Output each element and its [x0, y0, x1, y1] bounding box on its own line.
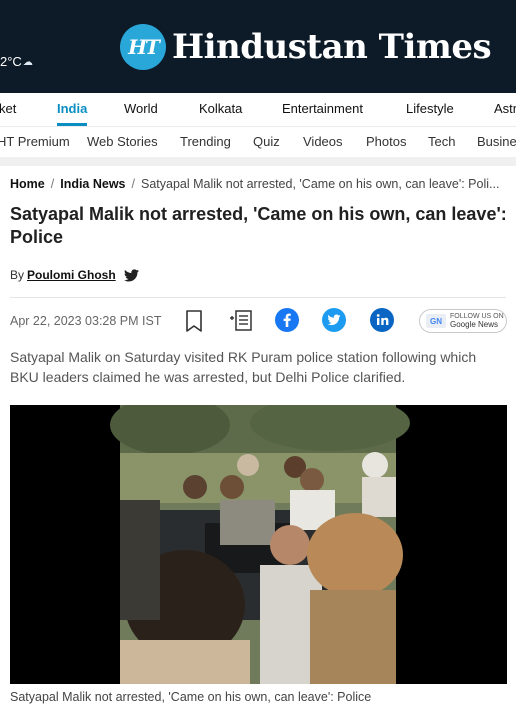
- nav-item-ht-premium[interactable]: HT Premium: [0, 134, 70, 149]
- author-link[interactable]: Poulomi Ghosh: [27, 268, 116, 282]
- byline: By Poulomi Ghosh: [10, 268, 139, 282]
- nav-item-india[interactable]: India: [57, 101, 87, 116]
- cloud-icon: ☁: [22, 57, 33, 68]
- ht-logo-badge: HT: [120, 24, 166, 70]
- bookmark-icon[interactable]: [184, 309, 204, 333]
- breadcrumb-current: Satyapal Malik not arrested, 'Came on hi…: [141, 177, 500, 191]
- nav-item-videos[interactable]: Videos: [303, 134, 343, 149]
- article-meta-row: Apr 22, 2023 03:28 PM IST GN FOLLOW US O…: [10, 308, 508, 334]
- byline-prefix: By: [10, 268, 25, 282]
- nav-item-trending[interactable]: Trending: [180, 134, 231, 149]
- twitter-icon[interactable]: [123, 268, 139, 282]
- nav-item-cricket[interactable]: ket: [0, 101, 16, 116]
- nav-item-photos[interactable]: Photos: [366, 134, 406, 149]
- nav-item-business[interactable]: Busine: [477, 134, 516, 149]
- facebook-icon[interactable]: [275, 308, 299, 332]
- site-logo[interactable]: HT Hindustan Times: [120, 23, 492, 71]
- article-lead-image[interactable]: [10, 405, 507, 684]
- nav-item-lifestyle[interactable]: Lifestyle: [406, 101, 454, 116]
- google-news-label: Google News: [450, 320, 499, 329]
- active-nav-indicator: [57, 123, 87, 126]
- secondary-nav: HT Premium Web Stories Trending Quiz Vid…: [0, 127, 516, 157]
- google-news-follow-button[interactable]: GN FOLLOW US ON Google News: [419, 309, 507, 333]
- article-headline: Satyapal Malik not arrested, 'Came on hi…: [10, 204, 507, 247]
- lead-image-scene: [10, 405, 507, 684]
- weather-temperature: 2°C: [0, 54, 22, 69]
- nav-item-astrology[interactable]: Astr: [494, 101, 516, 116]
- nav-item-world[interactable]: World: [124, 101, 158, 116]
- site-logo-text: Hindustan Times: [172, 27, 492, 67]
- google-news-icon: GN: [426, 314, 446, 328]
- image-caption: Satyapal Malik not arrested, 'Came on hi…: [10, 690, 372, 704]
- nav-item-kolkata[interactable]: Kolkata: [199, 101, 242, 116]
- meta-divider: [10, 297, 506, 298]
- breadcrumb-section[interactable]: India News: [60, 177, 125, 191]
- copy-article-icon[interactable]: [228, 308, 254, 334]
- primary-nav: ket India World Kolkata Entertainment Li…: [0, 93, 516, 127]
- linkedin-icon[interactable]: [370, 308, 394, 332]
- breadcrumb-separator: /: [50, 177, 55, 191]
- published-date: Apr 22, 2023 03:28 PM IST: [10, 314, 162, 328]
- weather-widget[interactable]: 2°C☁: [0, 54, 33, 69]
- google-news-follow-label: FOLLOW US ON: [450, 313, 504, 320]
- nav-item-tech[interactable]: Tech: [428, 134, 455, 149]
- nav-separator: [0, 157, 516, 166]
- twitter-share-icon[interactable]: [322, 308, 346, 332]
- breadcrumb-home[interactable]: Home: [10, 177, 45, 191]
- nav-item-entertainment[interactable]: Entertainment: [282, 101, 363, 116]
- nav-item-quiz[interactable]: Quiz: [253, 134, 280, 149]
- nav-item-web-stories[interactable]: Web Stories: [87, 134, 158, 149]
- breadcrumb: Home / India News / Satyapal Malik not arres…: [10, 177, 510, 191]
- breadcrumb-separator: /: [131, 177, 135, 191]
- article-summary: Satyapal Malik on Saturday visited RK Pu…: [10, 349, 477, 385]
- google-news-text: FOLLOW US ON Google News: [450, 313, 504, 329]
- masthead: 2°C☁ HT Hindustan Times: [0, 0, 516, 93]
